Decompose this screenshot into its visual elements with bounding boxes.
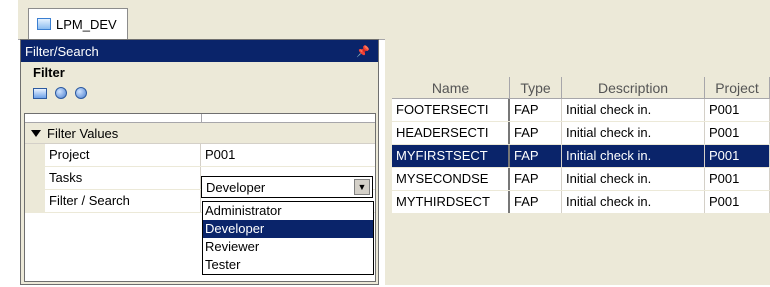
property-grid-header <box>25 114 375 123</box>
info-icon[interactable] <box>55 87 67 99</box>
table-row[interactable]: FOOTERSECTI FAP Initial check in. P001 <box>392 99 770 122</box>
column-header-type[interactable]: Type <box>510 77 562 99</box>
property-name: Project <box>45 144 201 166</box>
tab-lpm-dev[interactable]: LPM_DEV <box>28 8 128 39</box>
results-pane: Name Type Description Project FOOTERSECT… <box>385 39 770 285</box>
pane-title-bar: Filter/Search 📌 <box>21 40 378 62</box>
filter-search-pane: Filter/Search 📌 Filter Filter Values Pro… <box>20 39 379 285</box>
filter-toolbar <box>21 82 378 104</box>
filter-values-group[interactable]: Filter Values <box>25 123 375 144</box>
collapse-triangle-icon[interactable] <box>31 129 41 137</box>
table-row[interactable]: HEADERSECTI FAP Initial check in. P001 <box>392 122 770 145</box>
categorized-view-icon[interactable] <box>33 87 47 99</box>
tasks-select[interactable]: Developer ▼ <box>201 176 373 198</box>
column-header-name[interactable]: Name <box>392 77 510 99</box>
table-header: Name Type Description Project <box>392 77 770 99</box>
chevron-down-icon[interactable]: ▼ <box>354 179 370 195</box>
tasks-dropdown-list: Administrator Developer Reviewer Tester <box>202 201 374 275</box>
results-table: Name Type Description Project FOOTERSECT… <box>392 77 770 214</box>
tasks-select-value: Developer <box>206 180 266 195</box>
column-header-description[interactable]: Description <box>562 77 705 99</box>
document-tab-bar: LPM_DEV <box>18 0 770 40</box>
dropdown-option-administrator[interactable]: Administrator <box>203 202 373 220</box>
pane-title: Filter/Search <box>25 43 99 59</box>
help-icon[interactable] <box>75 87 87 99</box>
group-label: Filter Values <box>47 125 119 141</box>
folder-icon <box>37 18 51 30</box>
table-row[interactable]: MYTHIRDSECT FAP Initial check in. P001 <box>392 191 770 214</box>
tab-label: LPM_DEV <box>56 16 117 32</box>
column-header-project[interactable]: Project <box>705 77 770 99</box>
property-name: Filter / Search <box>45 190 201 212</box>
table-row[interactable]: MYSECONDSE FAP Initial check in. P001 <box>392 168 770 191</box>
property-row-project[interactable]: Project P001 <box>25 144 375 167</box>
filter-section-title: Filter <box>33 65 65 80</box>
property-value[interactable]: P001 <box>201 144 375 166</box>
property-name: Tasks <box>45 167 201 189</box>
dropdown-option-reviewer[interactable]: Reviewer <box>203 238 373 256</box>
table-row-selected[interactable]: MYFIRSTSECT FAP Initial check in. P001 <box>392 145 770 168</box>
dropdown-option-developer[interactable]: Developer <box>203 220 373 238</box>
dropdown-option-tester[interactable]: Tester <box>203 256 373 274</box>
pin-icon[interactable]: 📌 <box>356 45 370 58</box>
